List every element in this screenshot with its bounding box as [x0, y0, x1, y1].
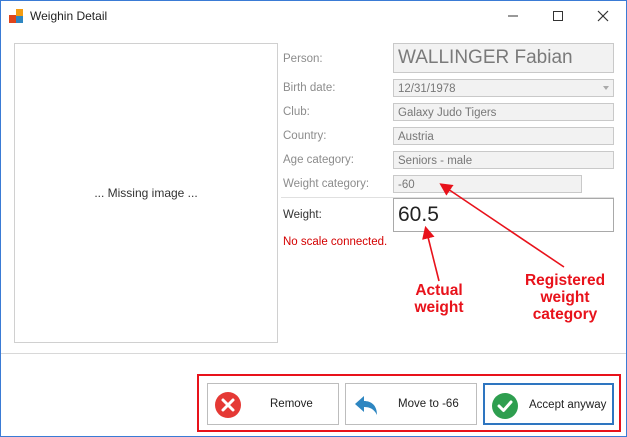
annotation-line: weight [540, 289, 590, 306]
minimize-icon [508, 15, 518, 17]
remove-button[interactable]: Remove [207, 383, 339, 425]
window-title: Weighin Detail [30, 9, 108, 23]
registered-category-annotation: Registered weight category [515, 272, 615, 323]
remove-button-label: Remove [270, 398, 313, 410]
actual-weight-annotation: Actual weight [401, 282, 477, 316]
actual-weight-arrow [422, 225, 440, 282]
check-circle-icon [492, 393, 518, 419]
club-field: Galaxy Judo Tigers [393, 103, 614, 121]
annotation-line: Actual [415, 282, 463, 299]
app-icon [9, 9, 23, 23]
birth-date-label: Birth date: [283, 82, 336, 94]
remove-x-icon [215, 392, 241, 418]
person-field: WALLINGER Fabian [393, 43, 614, 73]
club-label: Club: [283, 106, 310, 118]
close-icon [597, 10, 609, 22]
annotation-line: Registered [524, 272, 606, 289]
age-category-label: Age category: [283, 154, 354, 166]
accept-button-label: Accept anyway [529, 399, 607, 411]
maximize-icon [553, 11, 563, 21]
athlete-photo: ... Missing image ... [14, 43, 278, 343]
undo-arrow-icon [355, 396, 377, 415]
weight-label: Weight: [283, 209, 322, 221]
annotation-line: weight [414, 299, 464, 316]
move-button-label: Move to -66 [398, 398, 459, 410]
weight-input[interactable]: 60.5 [393, 198, 614, 232]
title-bar: Weighin Detail [1, 1, 626, 31]
footer-divider [1, 353, 626, 354]
annotation-line: category [532, 306, 598, 323]
country-label: Country: [283, 130, 327, 142]
minimize-button[interactable] [491, 1, 535, 31]
age-category-field: Seniors - male [393, 151, 614, 169]
scale-status-text: No scale connected. [283, 236, 388, 248]
weight-category-field: -60 [393, 175, 582, 193]
missing-image-text: ... Missing image ... [94, 186, 198, 200]
birth-date-field: 12/31/1978 [393, 79, 614, 97]
birth-date-value: 12/31/1978 [398, 83, 456, 95]
country-field: Austria [393, 127, 614, 145]
close-button[interactable] [581, 1, 625, 31]
move-category-button[interactable]: Move to -66 [345, 383, 477, 425]
accept-anyway-button[interactable]: Accept anyway [483, 383, 614, 425]
chevron-down-icon [603, 86, 609, 90]
person-label: Person: [283, 53, 323, 65]
weighin-detail-window: Weighin Detail ... Missing image ... Per… [0, 0, 627, 437]
maximize-button[interactable] [536, 1, 580, 31]
weight-category-label: Weight category: [283, 178, 370, 190]
